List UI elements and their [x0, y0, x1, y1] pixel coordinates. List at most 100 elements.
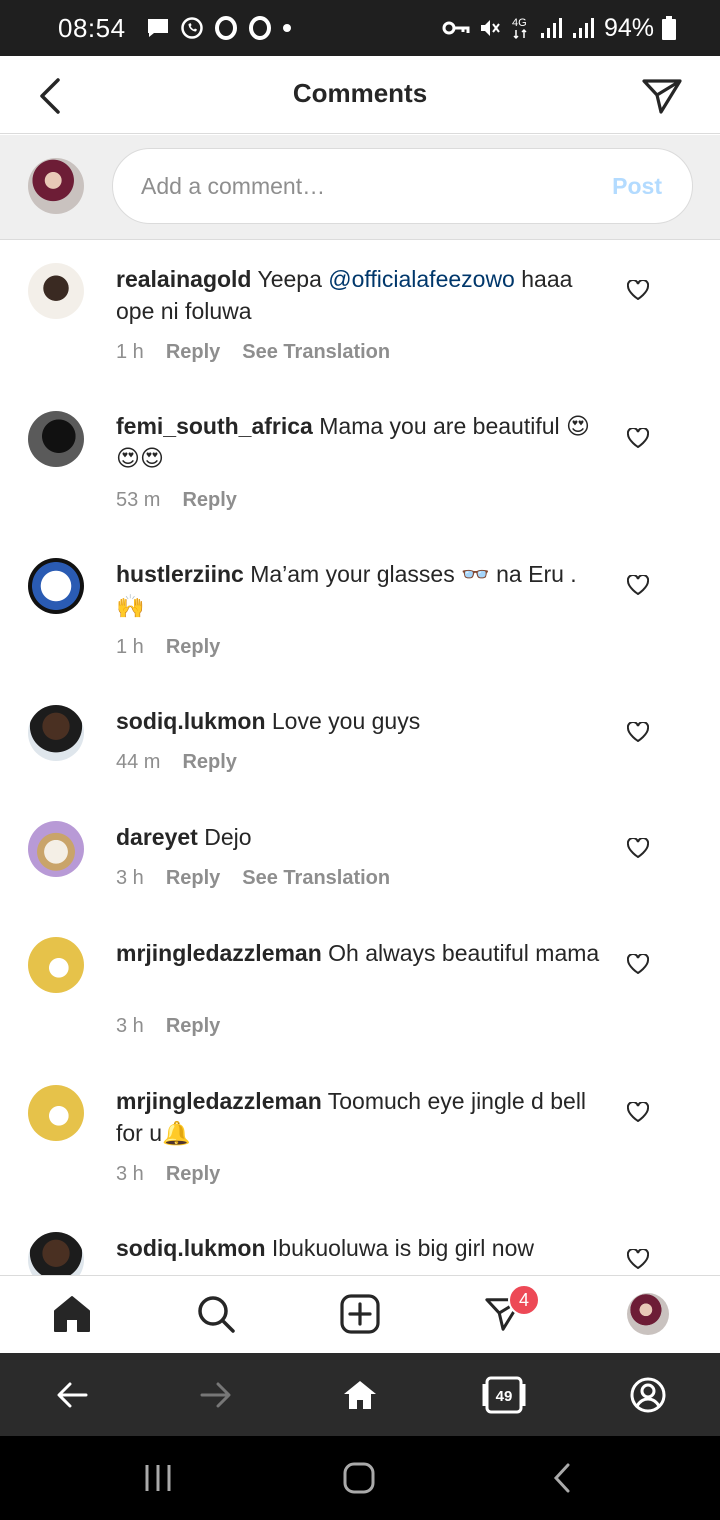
comment-time: 53 m	[116, 489, 161, 511]
comment-meta: 44 m Reply	[116, 751, 237, 774]
comment-username[interactable]: femi_south_africa	[116, 413, 313, 439]
battery-percent: 94%	[603, 13, 654, 42]
system-back-icon	[553, 1463, 570, 1493]
comment-input-wrapper: Post	[112, 148, 693, 224]
system-home-button[interactable]	[339, 1458, 379, 1498]
browser-back-button[interactable]	[50, 1373, 94, 1417]
heart-icon	[627, 428, 649, 448]
like-button[interactable]	[625, 719, 651, 745]
page-title: Comments	[292, 78, 428, 108]
comment-username[interactable]: mrjingledazzleman	[116, 1088, 322, 1114]
avatar	[627, 1293, 669, 1335]
comment-username[interactable]: hustlerziinc	[116, 561, 244, 587]
comment-username[interactable]: dareyet	[116, 824, 198, 850]
reply-button[interactable]: Reply	[182, 489, 236, 512]
tab-count: 49	[496, 1388, 513, 1405]
like-button[interactable]	[625, 425, 651, 451]
post-button[interactable]: Post	[612, 173, 662, 200]
comment-text: mrjingledazzleman Toomuch eye jingle d b…	[116, 1085, 606, 1149]
comment-username[interactable]: mrjingledazzleman	[116, 940, 322, 966]
comment-text: sodiq.lukmon Ibukuoluwa is big girl now	[116, 1232, 606, 1264]
browser-forward-button[interactable]	[194, 1373, 238, 1417]
comment-time: 3 h	[116, 1015, 144, 1037]
battery-icon	[662, 16, 676, 40]
comment-body: Ibukuoluwa is big girl now	[271, 1235, 534, 1261]
comment-username[interactable]: realainagold	[116, 266, 251, 292]
like-button[interactable]	[625, 1099, 651, 1125]
avatar[interactable]	[28, 705, 84, 761]
avatar[interactable]	[28, 821, 84, 877]
comment-text: dareyet Dejo	[116, 821, 606, 853]
direct-send-icon	[642, 79, 682, 114]
recents-button[interactable]	[138, 1458, 178, 1498]
message-notification-icon	[146, 17, 170, 39]
comment-meta: 3 h Reply	[116, 1163, 220, 1186]
comment-text: mrjingledazzleman Oh always beautiful ma…	[116, 937, 606, 969]
browser-back-icon	[57, 1382, 88, 1408]
tabs-icon: 49	[482, 1376, 526, 1414]
mute-icon	[478, 16, 502, 40]
like-button[interactable]	[625, 951, 651, 977]
reply-button[interactable]: Reply	[182, 751, 236, 774]
browser-home-button[interactable]	[338, 1373, 382, 1417]
like-button[interactable]	[625, 572, 651, 598]
comment-body: Love you guys	[271, 708, 421, 734]
mention-link[interactable]: @officialafeezowo	[328, 266, 515, 292]
status-bar: 08:54 4G 94%	[0, 0, 720, 56]
like-button[interactable]	[625, 1246, 651, 1272]
like-button[interactable]	[625, 835, 651, 861]
reply-button[interactable]: Reply	[166, 341, 220, 364]
comment-body: Dejo	[204, 824, 252, 850]
avatar[interactable]	[28, 411, 84, 467]
nav-home[interactable]	[50, 1292, 94, 1336]
avatar[interactable]	[28, 1085, 84, 1141]
notification-badge: 4	[508, 1284, 540, 1316]
system-home-icon	[343, 1462, 375, 1494]
nav-new-post[interactable]	[338, 1292, 382, 1336]
tabs-button[interactable]: 49	[482, 1373, 526, 1417]
comments-list[interactable]: realainagold Yeepa @officialafeezowo haa…	[0, 241, 720, 1275]
reply-button[interactable]: Reply	[166, 636, 220, 659]
comment-meta: 3 h Reply	[116, 1015, 220, 1038]
comment-time: 1 h	[116, 341, 144, 363]
comment-text: femi_south_africa Mama you are beautiful…	[116, 410, 606, 474]
search-icon	[198, 1296, 235, 1333]
comment-meta: 1 h Reply	[116, 636, 220, 659]
nav-search[interactable]	[194, 1292, 238, 1336]
share-button[interactable]	[638, 72, 686, 120]
nav-profile[interactable]	[626, 1292, 670, 1336]
heart-icon	[627, 280, 649, 300]
like-button[interactable]	[625, 277, 651, 303]
whatsapp-notification-icon	[180, 16, 204, 40]
account-button[interactable]	[626, 1373, 670, 1417]
heart-icon	[627, 1249, 649, 1269]
reply-button[interactable]: Reply	[166, 1015, 220, 1038]
avatar[interactable]	[28, 1232, 84, 1275]
comment-time: 3 h	[116, 1163, 144, 1185]
bottom-navigation: 4	[0, 1275, 720, 1353]
opera-notification-icon	[214, 16, 238, 40]
comment-time: 3 h	[116, 867, 144, 889]
see-translation-button[interactable]: See Translation	[242, 867, 390, 890]
comment-username[interactable]: sodiq.lukmon	[116, 1235, 266, 1261]
browser-home-icon	[344, 1381, 376, 1409]
avatar[interactable]	[28, 558, 84, 614]
svg-text:4G: 4G	[512, 17, 527, 29]
heart-icon	[627, 722, 649, 742]
reply-button[interactable]: Reply	[166, 1163, 220, 1186]
comment-body: Yeepa	[257, 266, 329, 292]
comment-meta: 1 h Reply See Translation	[116, 341, 390, 364]
avatar[interactable]	[28, 263, 84, 319]
system-back-button[interactable]	[542, 1458, 582, 1498]
browser-toolbar: 49	[0, 1353, 720, 1436]
comment-input[interactable]	[141, 149, 561, 223]
heart-icon	[627, 1102, 649, 1122]
comment-time: 1 h	[116, 636, 144, 658]
see-translation-button[interactable]: See Translation	[242, 341, 390, 364]
network-type-icon: 4G	[510, 15, 532, 41]
comment-username[interactable]: sodiq.lukmon	[116, 708, 266, 734]
avatar[interactable]	[28, 937, 84, 993]
reply-button[interactable]: Reply	[166, 867, 220, 890]
recents-icon	[145, 1465, 171, 1491]
comment-time: 44 m	[116, 751, 161, 773]
